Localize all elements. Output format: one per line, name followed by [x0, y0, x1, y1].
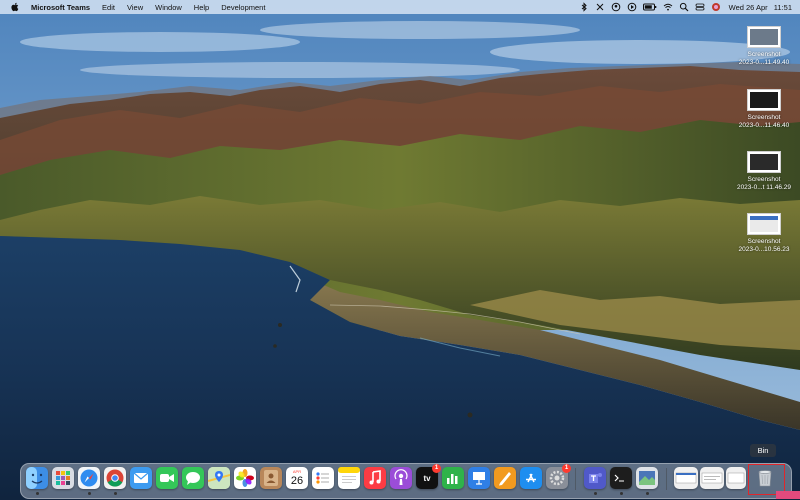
bluetooth-icon[interactable] — [579, 2, 589, 12]
menu-window[interactable]: Window — [155, 3, 182, 12]
notification-badge: 1 — [432, 464, 441, 473]
file-date: 2023-0...11.49.40 — [738, 59, 790, 66]
pages-icon[interactable] — [494, 467, 516, 489]
maps-icon[interactable] — [208, 467, 230, 489]
teams-icon[interactable] — [584, 467, 606, 489]
photos-icon[interactable] — [234, 467, 256, 489]
notification-badge: 1 — [562, 464, 571, 473]
calendar-day: 26 — [290, 475, 304, 487]
running-indicator — [36, 492, 39, 495]
file-name: Screenshot — [747, 114, 781, 121]
apple-menu-icon[interactable] — [10, 2, 19, 12]
timer-icon[interactable] — [595, 2, 605, 12]
running-indicator — [646, 492, 649, 495]
facetime-icon[interactable] — [156, 467, 178, 489]
wifi-icon[interactable] — [663, 2, 673, 12]
control-center-icon[interactable] — [695, 2, 705, 12]
system-preferences-icon[interactable]: 1 — [546, 464, 571, 489]
running-indicator — [114, 492, 117, 495]
search-icon[interactable] — [679, 2, 689, 12]
mail-icon[interactable] — [130, 467, 152, 489]
desktop-file-screenshot-4[interactable]: Screenshot 2023-0...10.56.23 — [732, 213, 796, 254]
watermark-logo — [776, 491, 800, 499]
menu-date: Wed 26 Apr — [728, 2, 768, 12]
app-store-icon[interactable] — [520, 467, 542, 489]
menu-development[interactable]: Development — [221, 3, 265, 12]
minimized-window-thumbnail[interactable] — [700, 467, 724, 489]
chrome-icon[interactable] — [104, 467, 126, 489]
minimized-window-thumbnail[interactable] — [726, 467, 746, 489]
desktop-wallpaper — [0, 0, 800, 500]
running-indicator — [620, 492, 623, 495]
tv-label: tv — [423, 473, 431, 483]
reminders-icon[interactable] — [312, 467, 334, 489]
terminal-icon[interactable] — [610, 467, 632, 489]
battery-icon[interactable] — [642, 2, 657, 12]
menu-view[interactable]: View — [127, 3, 143, 12]
menu-bar: Microsoft Teams Edit View Window Help De… — [0, 0, 800, 14]
music-icon[interactable] — [364, 467, 386, 489]
preview-icon[interactable] — [636, 467, 658, 489]
dock-divider — [666, 468, 667, 490]
desktop-file-screenshot-2[interactable]: Screenshot 2023-0...11.46.40 — [732, 89, 796, 130]
messages-icon[interactable] — [182, 467, 204, 489]
running-indicator — [88, 492, 91, 495]
finder-icon[interactable] — [26, 467, 48, 489]
contacts-icon[interactable] — [260, 467, 282, 489]
menu-clock[interactable]: Wed 26 Apr 11:51 — [729, 3, 792, 12]
file-name: Screenshot — [747, 238, 781, 245]
desktop-file-screenshot-1[interactable]: Screenshot 2023-0...11.49.40 — [732, 26, 796, 67]
file-thumbnail — [747, 89, 781, 111]
file-date: 2023-0...10.56.23 — [738, 246, 790, 253]
launchpad-icon[interactable] — [52, 467, 74, 489]
menu-app-name[interactable]: Microsoft Teams — [31, 3, 90, 12]
play-icon[interactable] — [627, 2, 637, 12]
file-thumbnail — [747, 213, 781, 235]
notes-icon[interactable] — [338, 467, 360, 489]
dock-divider — [575, 468, 576, 490]
calendar-icon[interactable]: APR 26 — [286, 467, 308, 489]
file-date: 2023-0...11.46.40 — [738, 122, 790, 129]
safari-icon[interactable] — [78, 467, 100, 489]
running-indicator — [594, 492, 597, 495]
minimized-window-thumbnail[interactable] — [674, 467, 698, 489]
menu-time: 11:51 — [773, 2, 792, 12]
file-name: Screenshot — [747, 51, 781, 58]
menu-help[interactable]: Help — [194, 3, 209, 12]
tv-icon[interactable]: tv 1 — [416, 464, 441, 489]
numbers-icon[interactable] — [442, 467, 464, 489]
file-thumbnail — [747, 151, 781, 173]
podcasts-icon[interactable] — [390, 467, 412, 489]
bin-tooltip: Bin — [750, 444, 776, 457]
teams-status-icon[interactable] — [611, 2, 621, 12]
file-name: Screenshot — [747, 176, 781, 183]
desktop-file-screenshot-3[interactable]: Screenshot 2023-0...t 11.46.29 — [732, 151, 796, 192]
file-thumbnail — [747, 26, 781, 48]
keynote-icon[interactable] — [468, 467, 490, 489]
file-date: 2023-0...t 11.46.29 — [736, 184, 792, 191]
siri-icon[interactable] — [711, 2, 721, 12]
menu-edit[interactable]: Edit — [102, 3, 115, 12]
